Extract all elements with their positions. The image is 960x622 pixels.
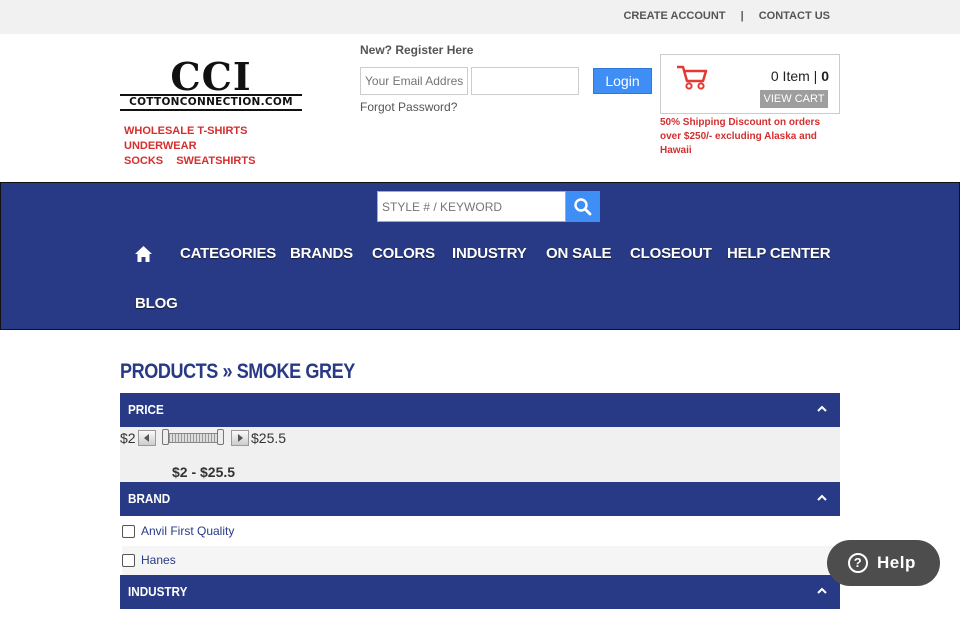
- search-icon: [566, 198, 600, 226]
- price-filter-label: PRICE: [128, 402, 164, 417]
- price-decrease-button[interactable]: [138, 430, 156, 446]
- brand-option-label[interactable]: Hanes: [141, 553, 176, 567]
- cart-total: 0: [821, 68, 829, 84]
- question-icon: ?: [848, 553, 868, 573]
- mini-cart[interactable]: 0 Item | 0 VIEW CART: [660, 54, 840, 114]
- help-widget-label: Help: [877, 553, 916, 572]
- site-logo[interactable]: CCI COTTONCONNECTION.COM: [120, 54, 302, 111]
- view-cart-button[interactable]: VIEW CART: [760, 90, 828, 108]
- password-field[interactable]: [471, 67, 579, 95]
- link-socks[interactable]: SOCKS: [124, 155, 163, 167]
- login-form: New? Register Here Login Forgot Password…: [360, 43, 652, 114]
- brand-checkbox[interactable]: [122, 525, 135, 539]
- email-field[interactable]: [360, 67, 468, 95]
- forgot-password-link[interactable]: Forgot Password?: [360, 100, 457, 114]
- nav-item-on-sale[interactable]: ON SALE: [546, 245, 611, 262]
- brand-checkbox[interactable]: [122, 554, 135, 568]
- nav-item-blog[interactable]: BLOG: [135, 295, 178, 312]
- price-slider-max-handle[interactable]: [217, 429, 224, 445]
- price-slider-min-handle[interactable]: [162, 429, 169, 445]
- cart-count-text: 0 Item |: [770, 68, 822, 84]
- industry-filter-header[interactable]: INDUSTRY: [120, 575, 840, 609]
- category-quick-links: WHOLESALE T-SHIRTS UNDERWEAR SOCKS SWEAT…: [124, 124, 324, 169]
- price-max: $25.5: [251, 430, 287, 446]
- price-increase-button[interactable]: [231, 430, 249, 446]
- top-links-separator: |: [740, 10, 744, 22]
- shipping-promo: 50% Shipping Discount on orders over $25…: [660, 117, 821, 156]
- brand-option[interactable]: Hanes: [122, 546, 838, 575]
- link-underwear[interactable]: UNDERWEAR: [124, 140, 197, 152]
- nav-item-brands[interactable]: BRANDS: [290, 245, 353, 262]
- price-slider-track[interactable]: [162, 433, 224, 443]
- search-bar: [377, 191, 600, 222]
- help-widget-button[interactable]: ? Help: [827, 540, 940, 586]
- nav-item-closeout[interactable]: CLOSEOUT: [630, 245, 712, 262]
- search-input[interactable]: [377, 191, 566, 222]
- chevron-up-icon: [816, 575, 828, 622]
- brand-option[interactable]: Anvil First Quality: [122, 517, 838, 546]
- brand-filter-label: BRAND: [128, 491, 171, 506]
- cart-count: 0 Item | 0: [771, 68, 829, 84]
- nav-item-categories[interactable]: CATEGORIES: [180, 245, 276, 262]
- price-filter-body: $2 $25.5 $2 - $25.5: [120, 427, 840, 482]
- brand-option-label[interactable]: Anvil First Quality: [141, 524, 234, 538]
- home-icon[interactable]: [134, 245, 153, 267]
- brand-filter-body: Anvil First Quality Hanes: [120, 517, 840, 575]
- login-button[interactable]: Login: [593, 68, 652, 94]
- register-link[interactable]: New? Register Here: [360, 43, 473, 57]
- brand-filter-header[interactable]: BRAND: [120, 482, 840, 516]
- link-sweatshirts[interactable]: SWEATSHIRTS: [176, 155, 255, 167]
- shopping-cart-icon: [675, 63, 709, 96]
- link-wholesale-tshirts[interactable]: WHOLESALE T-SHIRTS: [124, 125, 247, 137]
- logo-mark: CCI: [170, 54, 252, 99]
- industry-filter-label: INDUSTRY: [128, 584, 188, 599]
- logo-url: COTTONCONNECTION.COM: [120, 94, 302, 111]
- nav-item-help-center[interactable]: HELP CENTER: [727, 245, 831, 262]
- price-filter-header[interactable]: PRICE: [120, 393, 840, 427]
- create-account-link[interactable]: CREATE ACCOUNT: [623, 10, 725, 22]
- main-navigation: CATEGORIES BRANDS COLORS INDUSTRY ON SAL…: [0, 182, 960, 330]
- site-header: CCI COTTONCONNECTION.COM WHOLESALE T-SHI…: [0, 34, 960, 182]
- top-bar: CREATE ACCOUNT | CONTACT US: [0, 0, 960, 34]
- nav-item-industry[interactable]: INDUSTRY: [452, 245, 527, 262]
- search-button[interactable]: [566, 191, 600, 222]
- page-title: PRODUCTS » SMOKE GREY: [120, 360, 355, 383]
- top-links: CREATE ACCOUNT | CONTACT US: [623, 10, 830, 22]
- price-range-readout: $2 - $25.5: [172, 464, 236, 480]
- nav-item-colors[interactable]: COLORS: [372, 245, 435, 262]
- contact-us-link[interactable]: CONTACT US: [759, 10, 830, 22]
- price-min: $2: [120, 430, 136, 446]
